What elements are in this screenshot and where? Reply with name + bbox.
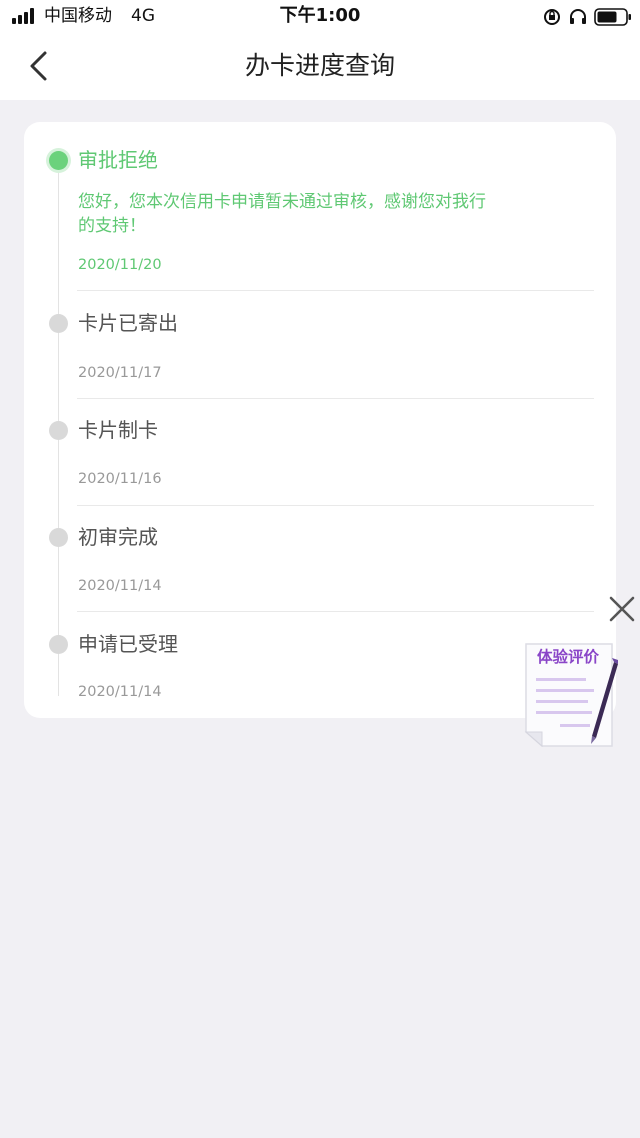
divider (77, 290, 594, 291)
status-dot (49, 421, 68, 440)
battery-icon (594, 8, 631, 26)
progress-card: 审批拒绝 您好，您本次信用卡申请暂未通过审核，感谢您对我行 的支持！ 2020/… (24, 122, 616, 718)
status-dot (49, 528, 68, 547)
step-title: 卡片制卡 (78, 418, 158, 442)
feedback-label: 体验评价 (536, 648, 599, 666)
feedback-widget[interactable]: 体验评价 (522, 640, 622, 758)
headphone-icon (570, 9, 586, 24)
step-description-line: 的支持！ (78, 216, 146, 236)
step-date: 2020/11/17 (78, 365, 162, 381)
step-date: 2020/11/16 (78, 471, 162, 487)
nav-bar: 办卡进度查询 (0, 34, 640, 100)
status-dot (49, 314, 68, 333)
divider (77, 611, 594, 612)
step-date: 2020/11/20 (78, 257, 162, 273)
screen: 中国移动 4G 下午1:00 办卡进度查询 审批拒绝 您好，您本次信用卡申请暂未… (0, 0, 640, 1138)
orientation-lock-icon (544, 9, 560, 25)
step-title: 申请已受理 (78, 632, 178, 656)
step-date: 2020/11/14 (78, 578, 162, 594)
status-dot-active (49, 151, 68, 170)
step-title: 卡片已寄出 (78, 311, 178, 335)
step-description-line: 您好，您本次信用卡申请暂未通过审核，感谢您对我行 (78, 192, 486, 212)
divider (77, 505, 594, 506)
status-dot (49, 635, 68, 654)
close-icon[interactable] (608, 595, 636, 623)
divider (77, 398, 594, 399)
page-title: 办卡进度查询 (244, 51, 395, 80)
status-bar: 中国移动 4G 下午1:00 (0, 0, 640, 34)
step-date: 2020/11/14 (78, 684, 162, 700)
step-title: 审批拒绝 (78, 148, 158, 172)
step-title: 初审完成 (78, 525, 158, 549)
